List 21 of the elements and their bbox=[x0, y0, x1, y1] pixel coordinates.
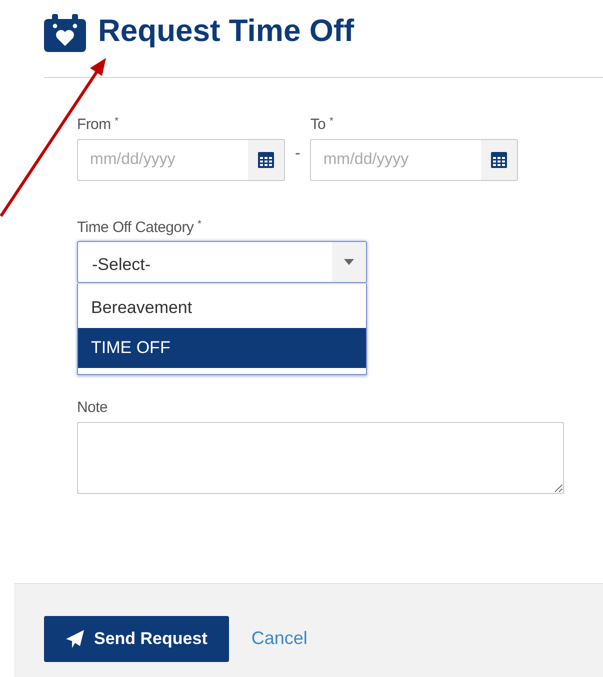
paper-plane-icon bbox=[66, 630, 84, 648]
dropdown-option[interactable]: Bereavement bbox=[78, 288, 366, 328]
calendar-icon[interactable] bbox=[491, 152, 508, 168]
required-mark: * bbox=[329, 116, 334, 127]
send-request-button[interactable]: Send Request bbox=[44, 616, 230, 662]
page-title: Request Time Off bbox=[98, 14, 354, 48]
field-label: To * bbox=[310, 115, 334, 135]
dropdown-option[interactable]: TIME OFF bbox=[78, 328, 366, 368]
calendar-icon[interactable] bbox=[258, 152, 274, 168]
field-label: From * bbox=[77, 115, 120, 135]
field-label: Time Off Category * bbox=[77, 218, 202, 238]
category-select[interactable]: -Select- bbox=[77, 241, 367, 283]
caret-icon bbox=[344, 259, 354, 265]
date-separator: - bbox=[294, 144, 302, 164]
required-mark: * bbox=[197, 218, 202, 230]
note-field[interactable] bbox=[77, 422, 564, 494]
field-label: Note bbox=[77, 398, 108, 418]
date-field[interactable]: mm/dd/yyyy bbox=[77, 138, 285, 180]
calendar-heart-icon bbox=[44, 14, 86, 52]
date-field[interactable]: mm/dd/yyyy bbox=[310, 138, 518, 180]
required-mark: * bbox=[114, 116, 118, 127]
